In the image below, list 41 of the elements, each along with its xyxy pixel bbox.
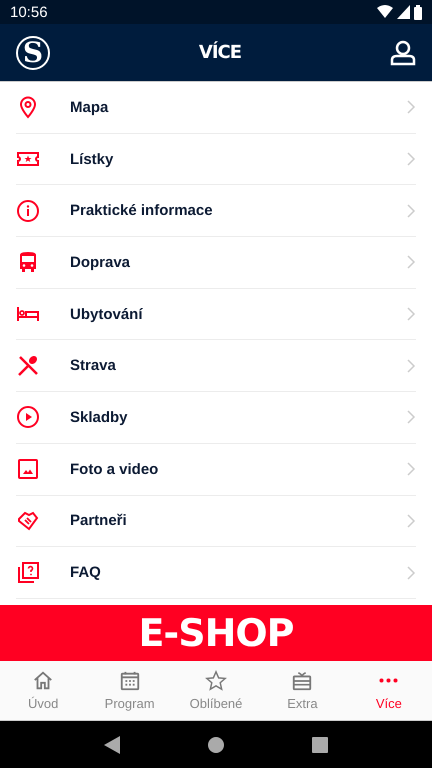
chevron-icon <box>406 566 416 580</box>
signal-icon <box>397 4 410 18</box>
chevron-icon <box>406 410 416 424</box>
star-icon <box>205 670 228 692</box>
menu-item[interactable]: FAQ <box>16 547 416 599</box>
menu-item[interactable]: Lístky <box>16 134 416 186</box>
chevron-icon <box>406 462 416 476</box>
eshop-banner[interactable]: E-SHOP <box>0 605 432 661</box>
info-icon <box>16 198 40 223</box>
menu-item[interactable]: Foto a video <box>16 444 416 496</box>
profile-icon[interactable] <box>390 40 416 66</box>
home-icon <box>32 670 54 692</box>
chevron-icon <box>406 514 416 528</box>
menu-item[interactable]: Mapa <box>16 82 416 134</box>
menu-item[interactable]: Partneři <box>16 496 416 548</box>
menu-item[interactable]: Doprava <box>16 237 416 289</box>
chevron-icon <box>406 100 416 114</box>
menu-item[interactable]: Ubytování <box>16 288 416 340</box>
screen-title: VÍCE <box>198 42 242 63</box>
question-icon <box>16 560 40 585</box>
chevron-icon <box>406 307 416 322</box>
recents-icon[interactable] <box>312 736 328 752</box>
chevron-icon <box>406 152 416 166</box>
chevron-icon <box>406 204 416 218</box>
home-button-icon[interactable] <box>208 736 224 752</box>
chevron-icon <box>406 255 416 270</box>
logo[interactable]: S <box>16 36 50 70</box>
more-icon <box>379 678 398 683</box>
status-time: 10:56 <box>10 4 48 20</box>
menu-item[interactable]: Skladby <box>16 392 416 444</box>
back-icon[interactable] <box>104 736 120 754</box>
menu-item[interactable]: Praktické informace <box>16 185 416 238</box>
calendar-icon <box>118 670 141 692</box>
menu-item[interactable]: Strava <box>16 340 416 392</box>
battery-icon <box>414 4 422 20</box>
play-icon <box>16 405 40 430</box>
wifi-icon <box>377 4 393 18</box>
image-icon <box>16 457 40 482</box>
chevron-icon <box>406 358 416 373</box>
nav-tab[interactable]: Více <box>346 661 432 720</box>
cutlery-icon <box>16 354 40 378</box>
